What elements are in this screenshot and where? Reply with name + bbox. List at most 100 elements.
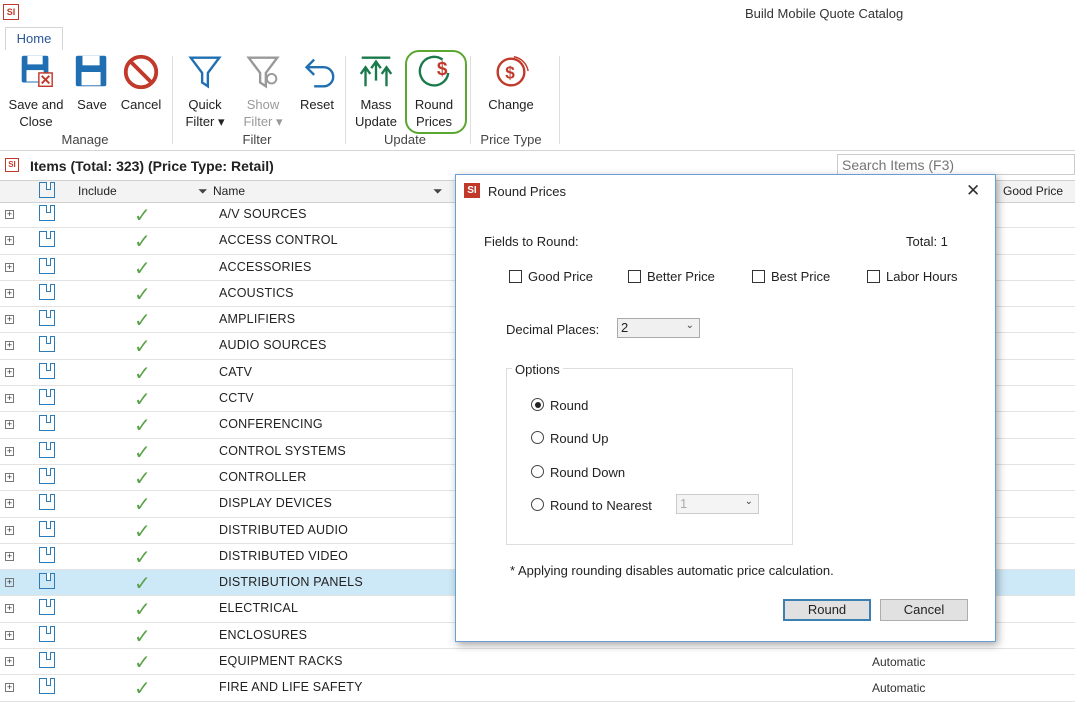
document-icon[interactable] [39,389,55,406]
checkmark-icon[interactable]: ✓ [134,334,151,359]
document-icon[interactable] [39,283,55,300]
expand-icon[interactable]: + [5,420,14,430]
document-icon[interactable] [39,678,55,695]
radio-round-down[interactable] [531,465,544,478]
save-and-close-button[interactable]: Save and Close [6,50,66,130]
decimal-places-select[interactable]: 2 ⌄ [617,318,700,338]
document-icon[interactable] [39,415,55,432]
checkbox-best-price[interactable] [752,270,765,283]
document-icon[interactable] [39,573,55,590]
price-calc-mode: Automatic [872,681,926,696]
expand-icon[interactable]: + [5,315,14,325]
filter-icon[interactable]: ⏷ [198,184,208,199]
item-name: CONTROLLER [219,469,307,484]
document-icon[interactable] [39,205,55,221]
round-button[interactable]: Round [783,599,871,621]
expand-icon[interactable]: + [5,630,14,640]
checkmark-icon[interactable]: ✓ [134,229,151,254]
table-row[interactable]: + ✓ FIRE AND LIFE SAFETY Automatic [0,675,1075,702]
expand-icon[interactable]: + [5,657,14,667]
document-icon[interactable] [39,336,55,353]
close-icon[interactable]: ✕ [966,181,980,201]
checkmark-icon[interactable]: ✓ [134,466,151,491]
item-name: CCTV [219,391,254,406]
document-icon[interactable] [39,467,55,484]
column-header-name[interactable]: Name [213,184,245,198]
checkbox-labor-hours[interactable] [867,270,880,283]
expand-icon[interactable]: + [5,394,14,404]
column-header-include[interactable]: Include [78,184,117,198]
expand-icon[interactable]: + [5,367,14,377]
mass-update-button[interactable]: Mass Update [352,50,400,130]
checkmark-icon[interactable]: ✓ [134,361,151,386]
reset-button[interactable]: Reset [296,50,338,113]
table-row[interactable]: + ✓ EQUIPMENT RACKS Automatic [0,649,1075,676]
cancel-button[interactable]: Cancel [118,50,164,113]
expand-icon[interactable]: + [5,288,14,298]
expand-icon[interactable]: + [5,525,14,535]
expand-icon[interactable]: + [5,446,14,456]
document-icon[interactable] [39,625,55,642]
checkmark-icon[interactable]: ✓ [134,545,151,570]
expand-icon[interactable]: + [5,262,14,272]
cancel-button[interactable]: Cancel [880,599,968,621]
checkmark-icon[interactable]: ✓ [134,519,151,544]
quick-filter-button[interactable]: Quick Filter ▾ [182,50,228,130]
nearest-value-select[interactable]: 1 ⌄ [676,494,759,514]
checkmark-icon[interactable]: ✓ [134,650,151,675]
expand-icon[interactable]: + [5,551,14,561]
item-name: CATV [219,364,253,379]
checkmark-icon[interactable]: ✓ [134,492,151,517]
document-icon[interactable] [39,652,55,669]
checkbox-good-price[interactable] [509,270,522,283]
expand-icon[interactable]: + [5,472,14,482]
options-legend: Options [512,362,563,377]
checkmark-icon[interactable]: ✓ [134,597,151,622]
checkmark-icon[interactable]: ✓ [134,440,151,465]
checkbox-better-price[interactable] [628,270,641,283]
document-icon[interactable] [39,441,55,458]
search-input[interactable] [837,154,1075,175]
checkmark-icon[interactable]: ✓ [134,676,151,701]
expand-icon[interactable]: + [5,578,14,588]
document-icon[interactable] [39,231,55,248]
radio-round-to-nearest[interactable] [531,498,544,511]
nearest-value: 1 [680,496,688,511]
expand-icon[interactable]: + [5,683,14,693]
document-icon[interactable] [39,310,55,327]
item-name: ACCESS CONTROL [219,233,338,248]
show-filter-label-2: Filter ▾ [243,114,283,129]
checkmark-icon[interactable]: ✓ [134,413,151,438]
radio-round[interactable] [531,398,544,411]
checkmark-icon[interactable]: ✓ [134,387,151,412]
checkmark-icon[interactable]: ✓ [134,624,151,649]
dialog-title: Round Prices [488,184,567,199]
change-price-type-button[interactable]: $ Change [485,50,537,113]
expand-icon[interactable]: + [5,236,14,246]
save-button[interactable]: Save [72,50,112,113]
checkmark-icon[interactable]: ✓ [134,571,151,596]
document-icon[interactable] [39,362,55,379]
document-icon[interactable] [39,520,55,537]
expand-icon[interactable]: + [5,210,14,219]
document-icon[interactable] [39,494,55,511]
document-icon[interactable] [39,257,55,274]
radio-round-up[interactable] [531,431,544,444]
tab-home[interactable]: Home [5,27,63,52]
checkmark-icon[interactable]: ✓ [134,203,151,228]
radio-round-to-nearest-label: Round to Nearest [550,498,652,513]
checkmark-icon[interactable]: ✓ [134,282,151,307]
app-logo-icon: SI [464,183,480,198]
show-filter-button[interactable]: Show Filter ▾ [240,50,286,130]
item-name: CONFERENCING [219,417,323,432]
expand-icon[interactable]: + [5,499,14,509]
round-prices-button[interactable]: $ Round Prices [410,50,458,130]
expand-icon[interactable]: + [5,341,14,351]
document-icon[interactable] [39,599,55,616]
checkmark-icon[interactable]: ✓ [134,308,151,333]
checkmark-icon[interactable]: ✓ [134,256,151,281]
filter-icon[interactable]: ⏷ [433,184,443,199]
expand-icon[interactable]: + [5,604,14,614]
document-icon[interactable] [39,546,55,563]
column-header-good-price[interactable]: Good Price [1003,184,1063,198]
